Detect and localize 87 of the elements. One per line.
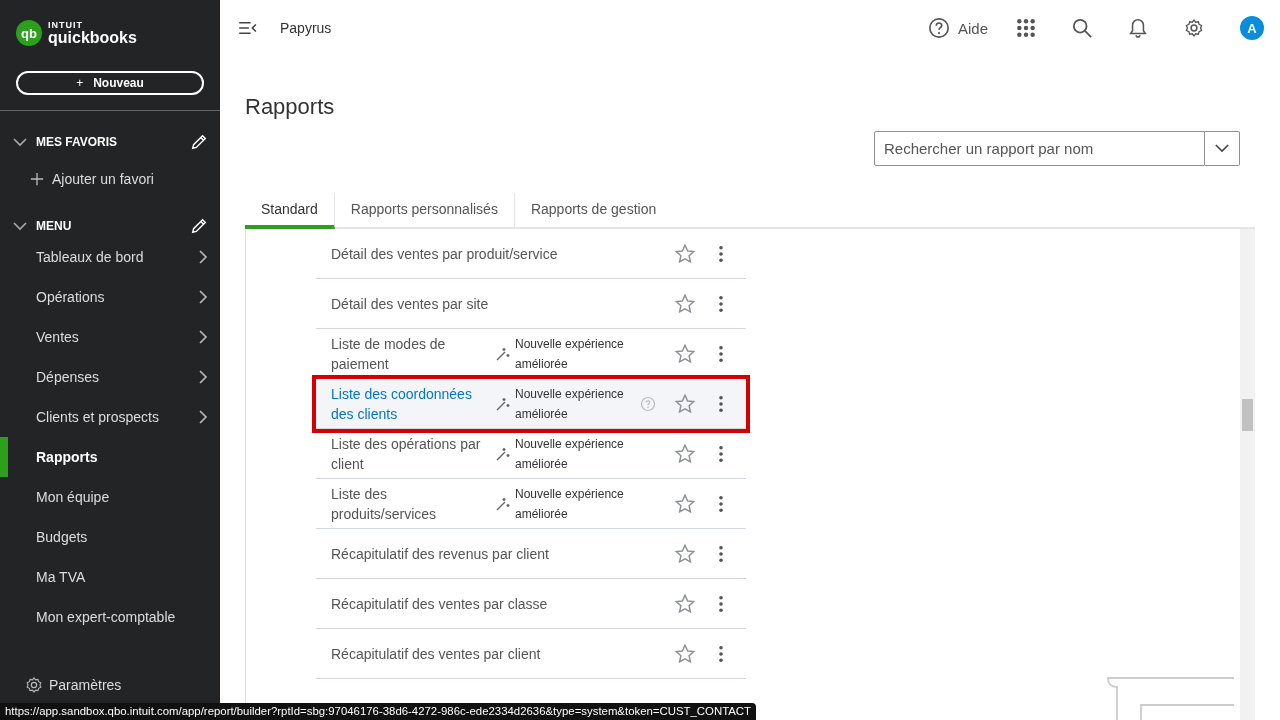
status-url: https://app.sandbox.qbo.intuit.com/app/report/builder?rptId=sbg:97046176-38d6-4272-986c-ede2334d2636&type=system&token=CUST_CONTACT — [0, 703, 757, 720]
pencil-icon[interactable] — [190, 133, 208, 151]
report-row[interactable]: Détail des ventes par site — [316, 279, 746, 329]
report-link[interactable]: Liste de modes de paiement — [331, 333, 491, 374]
report-link[interactable]: Liste des produits/services — [331, 483, 491, 524]
menu-item[interactable]: Rapports — [0, 437, 220, 477]
gear-icon — [25, 676, 43, 694]
help-icon — [927, 17, 950, 39]
dropdown-button[interactable] — [1205, 131, 1240, 166]
report-link[interactable]: Récapitulatif des ventes par classe — [331, 593, 631, 614]
report-link[interactable]: Détail des ventes par site — [331, 293, 631, 314]
star-icon[interactable] — [674, 492, 696, 515]
pencil-icon[interactable] — [190, 217, 208, 235]
report-link[interactable]: Récapitulatif des revenus par client — [331, 543, 631, 564]
plus-icon — [30, 172, 44, 186]
menu-item[interactable]: Budgets — [0, 517, 220, 557]
magic-wand-icon — [495, 445, 511, 462]
report-row[interactable]: Récapitulatif des ventes par classe — [316, 579, 746, 629]
feature-label: Nouvelle expérience améliorée — [515, 485, 625, 523]
menu-item[interactable]: Dépenses — [0, 357, 220, 397]
star-icon[interactable] — [674, 392, 696, 415]
menu-item[interactable]: Clients et prospects — [0, 397, 220, 437]
page-title: Rapports — [245, 94, 336, 121]
report-tab[interactable]: Standard — [245, 193, 335, 229]
section-title: MES FAVORIS — [36, 135, 119, 149]
new-button[interactable]: + Nouveau — [16, 71, 204, 95]
settings-link[interactable]: Paramètres — [25, 676, 122, 694]
star-icon[interactable] — [674, 292, 696, 315]
logo-brand: INTUIT — [48, 20, 84, 30]
feature-label: Nouvelle expérience améliorée — [515, 385, 625, 423]
search-field[interactable]: Rechercher un rapport par nom — [874, 131, 1205, 166]
star-icon[interactable] — [674, 642, 696, 665]
help-button[interactable]: Aide — [927, 17, 988, 39]
chevron-right-icon — [198, 329, 208, 345]
logo-mark: qb — [16, 20, 42, 46]
report-row[interactable]: Récapitulatif des revenus par client — [316, 529, 746, 579]
magic-wand-icon — [495, 495, 511, 512]
bell-icon[interactable] — [1128, 18, 1148, 38]
star-icon[interactable] — [674, 342, 696, 365]
report-row[interactable]: Récapitulatif des ventes par client — [316, 629, 746, 679]
report-row[interactable]: Détail des ventes par produit/service — [316, 229, 746, 279]
menu-icon[interactable] — [238, 21, 258, 35]
more-options-icon[interactable] — [718, 544, 724, 563]
more-options-icon[interactable] — [718, 494, 724, 513]
section-title: MENU — [36, 219, 73, 233]
report-tab[interactable]: Rapports de gestion — [514, 193, 673, 229]
more-options-icon[interactable] — [718, 444, 724, 463]
search-icon[interactable] — [1072, 18, 1092, 38]
more-options-icon[interactable] — [718, 594, 724, 613]
scrollbar[interactable] — [1240, 229, 1255, 720]
menu-item[interactable]: Ventes — [0, 317, 220, 357]
settings-icon[interactable] — [1184, 18, 1204, 38]
logo-name: quickbooks — [48, 29, 137, 46]
more-options-icon[interactable] — [718, 294, 724, 313]
report-link[interactable]: Récapitulatif des ventes par client — [331, 643, 631, 664]
report-link[interactable]: Liste des coordonnées des clients — [331, 383, 491, 424]
magic-wand-icon — [495, 395, 511, 412]
caret-icon — [1215, 144, 1229, 153]
add-favorite-link[interactable]: Ajouter un favori — [30, 169, 220, 189]
chevron-right-icon — [198, 289, 208, 305]
star-icon[interactable] — [674, 442, 696, 465]
menu-item[interactable]: Ma TVA — [0, 557, 220, 597]
chevron-right-icon — [198, 369, 208, 385]
star-icon[interactable] — [674, 592, 696, 615]
more-options-icon[interactable] — [718, 244, 724, 263]
star-icon[interactable] — [674, 242, 696, 265]
apps-grid-icon[interactable] — [1016, 18, 1036, 38]
more-options-icon[interactable] — [718, 344, 724, 363]
more-options-icon[interactable] — [718, 644, 724, 663]
user-avatar[interactable]: A — [1240, 16, 1264, 40]
chevron-right-icon — [198, 249, 208, 265]
report-row[interactable]: Liste des opérations par client Nouvelle expérience améliorée — [316, 429, 746, 479]
magic-wand-icon — [495, 345, 511, 362]
feature-label: Nouvelle expérience améliorée — [515, 335, 625, 373]
menu-item[interactable]: Mon expert-comptable — [0, 597, 220, 637]
report-tab[interactable]: Rapports personnalisés — [334, 193, 515, 229]
report-link[interactable]: Liste des opérations par client — [331, 433, 491, 474]
report-link[interactable]: Détail des ventes par produit/service — [331, 243, 631, 264]
company-name: Papyrus — [280, 20, 332, 36]
menu-item[interactable]: Opérations — [0, 277, 220, 317]
report-row[interactable]: Liste des produits/services Nouvelle expérience améliorée — [316, 479, 746, 529]
more-options-icon[interactable] — [718, 394, 724, 413]
menu-item[interactable]: Tableaux de bord — [0, 237, 220, 277]
feature-label: Nouvelle expérience améliorée — [515, 435, 625, 473]
menu-item[interactable]: Mon équipe — [0, 477, 220, 517]
chevron-right-icon — [198, 409, 208, 425]
star-icon[interactable] — [674, 542, 696, 565]
